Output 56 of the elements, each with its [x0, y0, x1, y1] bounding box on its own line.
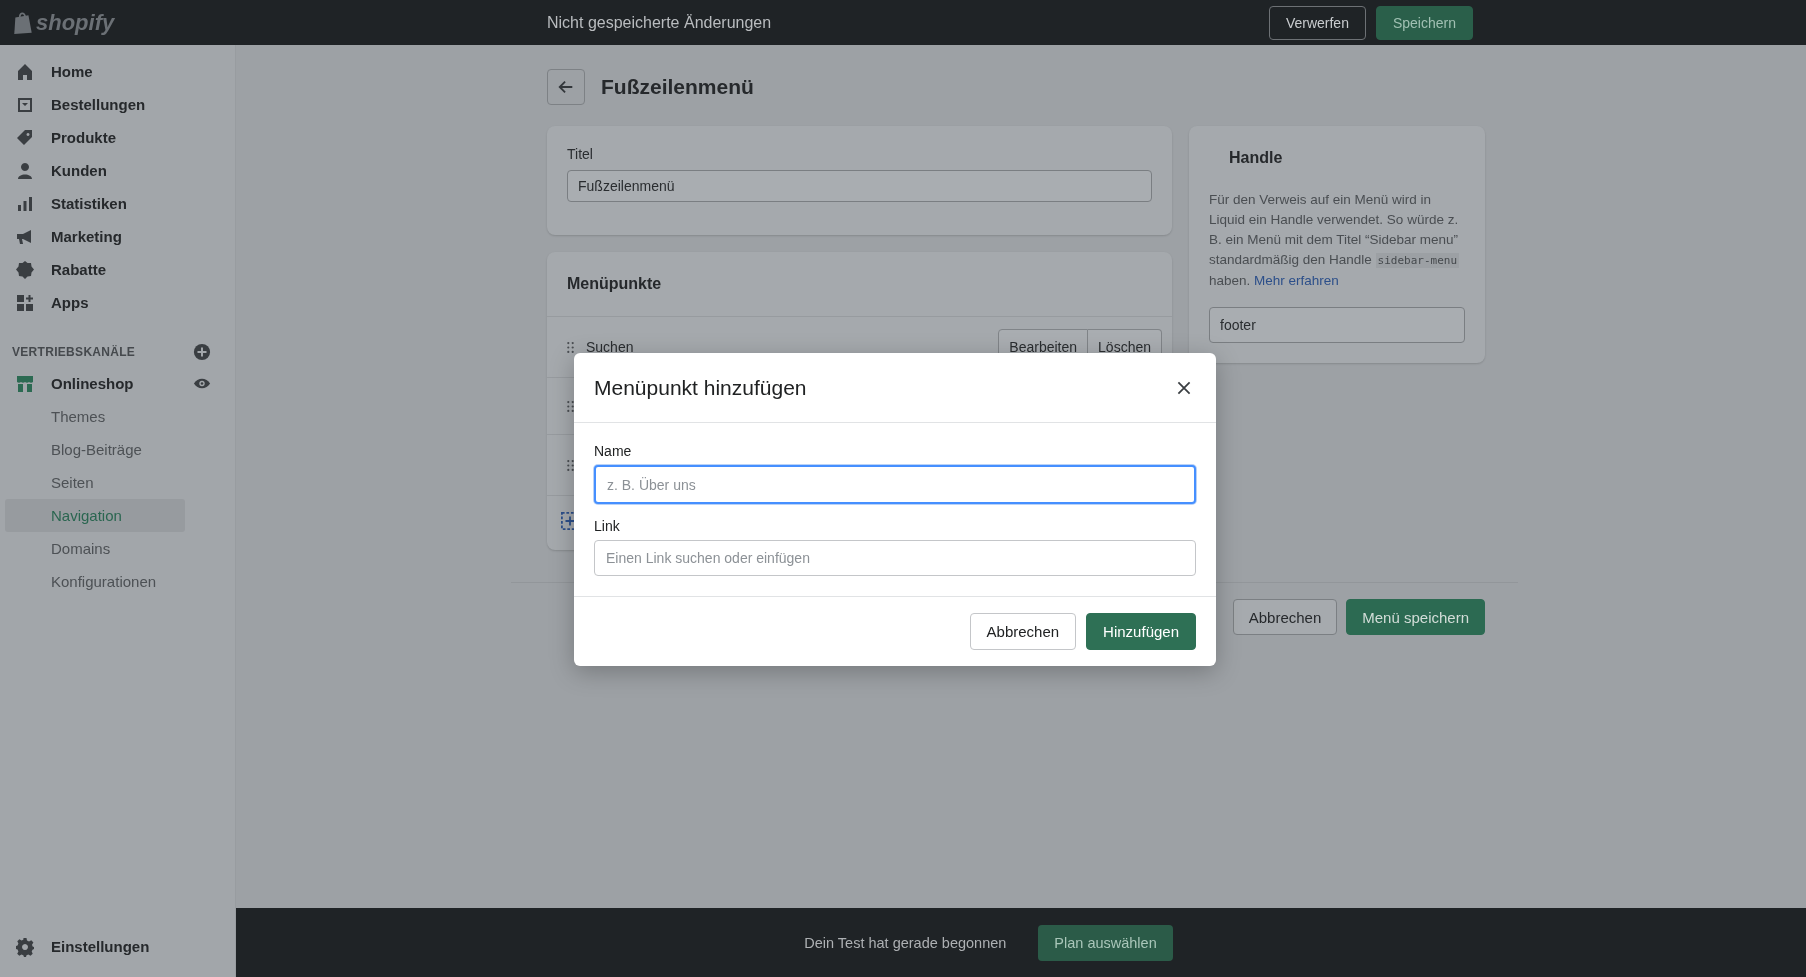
dialog-button[interactable]: Abbrechen [969, 613, 1077, 650]
topbar-button[interactable]: Speichern [1375, 5, 1473, 40]
shopping-bag-icon [12, 10, 34, 35]
nav-item[interactable]: Produkte [0, 121, 235, 154]
store-icon [15, 373, 35, 394]
nav-subitem[interactable]: Konfigurationen [5, 565, 185, 598]
handle-description: Für den Verweis auf ein Menü wird in Liquid ein Handle verwendet. So würde z. B. ein Menü mit dem Titel “Sidebar menu” standardmäßig den Handle sidebar-menu haben. Mehr erfahren [1209, 191, 1461, 290]
handle-field[interactable]: footer [1209, 307, 1465, 343]
add-icon[interactable] [193, 343, 211, 361]
drag-handle-icon[interactable] [567, 341, 574, 353]
home-icon [15, 61, 35, 82]
nav-item[interactable]: Home [0, 55, 235, 88]
nav-item[interactable]: Bestellungen [0, 88, 235, 121]
section-heading: VERTRIEBSKANÄLE [12, 345, 136, 359]
field-label: Name [594, 443, 633, 459]
person-icon [15, 160, 35, 181]
drag-handle-icon[interactable] [567, 400, 574, 412]
trial-message: Dein Test hat gerade begonnen [804, 934, 1007, 951]
settings-nav-item[interactable]: Einstellungen [0, 930, 235, 963]
learn-more-link[interactable]: Mehr erfahren [1254, 273, 1339, 288]
nav-subitem[interactable]: Domains [5, 532, 185, 565]
menu-item-label: Suchen [586, 339, 635, 355]
field-label: Link [594, 518, 621, 534]
nav-item[interactable]: Rabatte [0, 253, 235, 286]
card-heading: Menüpunkte [566, 274, 663, 294]
nav-item[interactable]: Onlineshop [51, 375, 177, 392]
nav-item[interactable]: Kunden [0, 154, 235, 187]
unsaved-changes-message: Nicht gespeicherte Änderungen [547, 13, 773, 32]
card-heading: Handle [1228, 148, 1284, 168]
nav-item[interactable]: Statistiken [0, 187, 235, 220]
apps-grid-icon [15, 292, 35, 313]
nav-item[interactable]: Apps [0, 286, 235, 319]
topbar-button[interactable]: Verwerfen [1268, 5, 1366, 40]
choose-plan-button[interactable]: Plan auswählen [1038, 924, 1173, 961]
drag-handle-icon[interactable] [567, 459, 574, 471]
nav-subitem[interactable]: Seiten [5, 466, 185, 499]
logo-text: shopify [36, 9, 115, 36]
title-field[interactable]: Fußzeilenmenü [567, 170, 1152, 202]
back-arrow-icon [557, 78, 575, 96]
badge-icon [15, 259, 35, 280]
gear-icon [15, 936, 35, 957]
page-action-button[interactable]: Menü speichern [1346, 599, 1485, 635]
dialog-title: Menüpunkt hinzufügen [594, 375, 807, 400]
field-label: Titel [567, 146, 594, 162]
back-button[interactable] [547, 69, 585, 105]
page-action-button[interactable]: Abbrechen [1232, 599, 1338, 635]
nav-item[interactable]: Marketing [0, 220, 235, 253]
eye-icon[interactable] [193, 377, 211, 390]
tag-icon [15, 127, 35, 148]
input-field[interactable]: z. B. Über uns [594, 465, 1196, 504]
nav-subitem[interactable]: Themes [5, 400, 185, 433]
page-title: Fußzeilenmenü [601, 75, 754, 99]
dialog-button[interactable]: Hinzufügen [1086, 613, 1196, 650]
close-icon[interactable] [1176, 379, 1192, 396]
input-field[interactable]: Einen Link suchen oder einfügen [594, 540, 1196, 576]
nav-subitem[interactable]: Blog-Beiträge [5, 433, 185, 466]
